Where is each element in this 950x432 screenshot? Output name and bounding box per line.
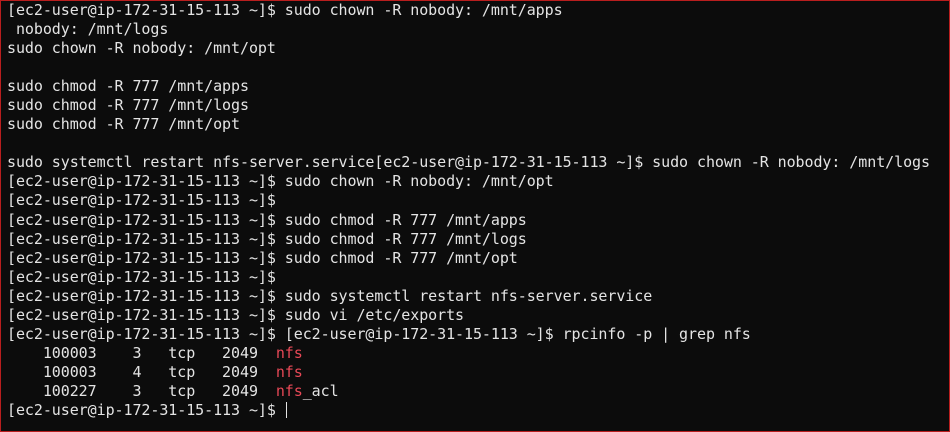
- terminal-text: [ec2-user@ip-172-31-15-113 ~]$: [7, 400, 285, 419]
- terminal-line: [ec2-user@ip-172-31-15-113 ~]$ sudo chmo…: [7, 211, 949, 230]
- terminal-output: [ec2-user@ip-172-31-15-113 ~]$ sudo chow…: [7, 1, 949, 420]
- terminal-line: [ec2-user@ip-172-31-15-113 ~]$ [ec2-user…: [7, 325, 949, 344]
- terminal-line: [ec2-user@ip-172-31-15-113 ~]$ sudo chow…: [7, 1, 949, 20]
- terminal-line: 100003 3 tcp 2049 nfs: [7, 344, 949, 363]
- terminal-text: [ec2-user@ip-172-31-15-113 ~]$ sudo chmo…: [7, 248, 518, 267]
- terminal-text: [ec2-user@ip-172-31-15-113 ~]$ [ec2-user…: [7, 324, 751, 343]
- grep-match-highlight: nfs: [275, 343, 303, 362]
- terminal-line: sudo systemctl restart nfs-server.servic…: [7, 153, 949, 172]
- terminal-line: [ec2-user@ip-172-31-15-113 ~]$: [7, 401, 949, 420]
- terminal-text: 100003 4 tcp 2049: [7, 362, 276, 381]
- terminal-text: [ec2-user@ip-172-31-15-113 ~]$ sudo chow…: [7, 1, 563, 19]
- terminal-text: [ec2-user@ip-172-31-15-113 ~]$: [7, 191, 276, 210]
- terminal-line: sudo chmod -R 777 /mnt/apps: [7, 77, 949, 96]
- terminal-line: [ec2-user@ip-172-31-15-113 ~]$ sudo chow…: [7, 172, 949, 191]
- terminal-text: _acl: [302, 381, 339, 400]
- terminal-line: 100227 3 tcp 2049 nfs_acl: [7, 382, 949, 401]
- terminal-text: 100227 3 tcp 2049: [7, 381, 276, 400]
- terminal-text: [ec2-user@ip-172-31-15-113 ~]$ sudo vi /…: [7, 305, 464, 324]
- terminal-text: [ec2-user@ip-172-31-15-113 ~]$: [7, 267, 276, 286]
- terminal-text: [ec2-user@ip-172-31-15-113 ~]$ sudo chmo…: [7, 210, 527, 229]
- terminal-window[interactable]: [ec2-user@ip-172-31-15-113 ~]$ sudo chow…: [0, 0, 950, 432]
- grep-match-highlight: nfs: [275, 381, 303, 400]
- terminal-line: [ec2-user@ip-172-31-15-113 ~]$: [7, 191, 949, 210]
- terminal-line: 100003 4 tcp 2049 nfs: [7, 363, 949, 382]
- terminal-line: [ec2-user@ip-172-31-15-113 ~]$ sudo chmo…: [7, 249, 949, 268]
- terminal-text: sudo systemctl restart nfs-server.servic…: [7, 153, 930, 172]
- terminal-text: [ec2-user@ip-172-31-15-113 ~]$ sudo syst…: [7, 286, 653, 305]
- terminal-text: 100003 3 tcp 2049: [7, 343, 276, 362]
- terminal-line: sudo chown -R nobody: /mnt/opt: [7, 39, 949, 58]
- terminal-line: sudo chmod -R 777 /mnt/opt: [7, 115, 949, 134]
- terminal-line: [ec2-user@ip-172-31-15-113 ~]$: [7, 268, 949, 287]
- terminal-line: [ec2-user@ip-172-31-15-113 ~]$ sudo vi /…: [7, 306, 949, 325]
- text-cursor: [285, 401, 287, 418]
- terminal-text: sudo chmod -R 777 /mnt/apps: [7, 77, 249, 96]
- grep-match-highlight: nfs: [275, 362, 303, 381]
- terminal-text: sudo chmod -R 777 /mnt/logs: [7, 96, 249, 115]
- terminal-line: nobody: /mnt/logs: [7, 20, 949, 39]
- terminal-line: [ec2-user@ip-172-31-15-113 ~]$ sudo chmo…: [7, 230, 949, 249]
- terminal-text: nobody: /mnt/logs: [7, 20, 169, 39]
- terminal-text: sudo chown -R nobody: /mnt/opt: [7, 39, 276, 58]
- terminal-line: sudo chmod -R 777 /mnt/logs: [7, 96, 949, 115]
- terminal-text: [ec2-user@ip-172-31-15-113 ~]$ sudo chow…: [7, 172, 554, 191]
- terminal-line: [ec2-user@ip-172-31-15-113 ~]$ sudo syst…: [7, 287, 949, 306]
- terminal-text: [ec2-user@ip-172-31-15-113 ~]$ sudo chmo…: [7, 229, 527, 248]
- terminal-text: sudo chmod -R 777 /mnt/opt: [7, 115, 240, 134]
